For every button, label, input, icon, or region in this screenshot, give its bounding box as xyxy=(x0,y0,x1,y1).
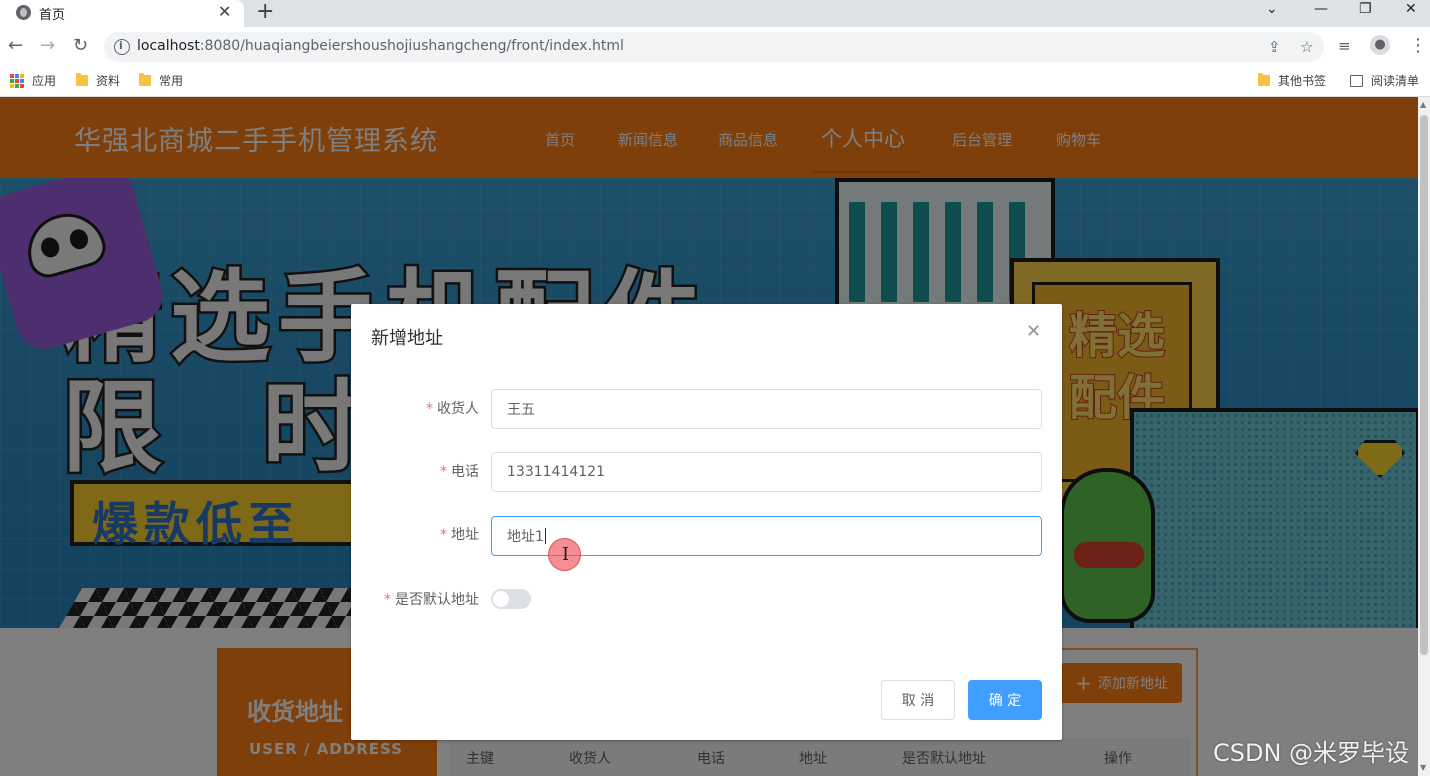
browser-toolbar: ← → ↻ localhost:8080/huaqiangbeiershoush… xyxy=(0,27,1430,67)
share-icon[interactable]: ⇪ xyxy=(1268,38,1281,56)
apps-icon xyxy=(10,73,24,88)
address-label: * 地址 xyxy=(440,527,479,543)
dialog-title: 新增地址 xyxy=(371,328,443,349)
restore-icon[interactable]: ❐ xyxy=(1359,1,1372,17)
browser-tab-bar: 首页 ✕ + ⌄ — ❐ ✕ xyxy=(0,0,1430,27)
web-page: 华强北商城二手手机管理系统 首页 新闻信息 商品信息 个人中心 后台管理 购物车… xyxy=(0,97,1418,776)
tab-search-icon[interactable]: ⌄ xyxy=(1266,1,1278,17)
menu-icon[interactable]: ⋮ xyxy=(1409,35,1427,56)
url-text[interactable]: localhost:8080/huaqiangbeiershoushojiush… xyxy=(137,38,624,54)
folder-icon xyxy=(76,73,88,86)
media-icon[interactable]: ≡ xyxy=(1338,37,1351,55)
bookmark-other[interactable]: 其他书签 xyxy=(1258,72,1326,89)
watermark: CSDN @米罗毕设 xyxy=(1213,739,1410,767)
scroll-up-icon[interactable]: ▲ xyxy=(1420,100,1426,109)
confirm-button[interactable]: 确 定 xyxy=(968,680,1042,720)
scroll-thumb[interactable] xyxy=(1420,115,1428,655)
reading-list[interactable]: 阅读清单 xyxy=(1350,72,1419,89)
default-address-label: * 是否默认地址 xyxy=(384,592,479,608)
globe-icon xyxy=(16,5,31,20)
browser-tab[interactable]: 首页 ✕ xyxy=(0,0,244,27)
bookmark-folder-materials[interactable]: 资料 xyxy=(76,72,120,89)
close-icon[interactable]: ✕ xyxy=(1026,321,1041,342)
reload-icon[interactable]: ↻ xyxy=(73,35,88,56)
profile-icon[interactable]: ● xyxy=(1370,35,1390,55)
phone-label: * 电话 xyxy=(440,464,479,480)
bookmarks-bar: 应用 资料 常用 其他书签 阅读清单 xyxy=(0,67,1430,97)
bookmark-star-icon[interactable]: ☆ xyxy=(1300,38,1313,56)
new-tab-icon[interactable]: + xyxy=(256,0,274,24)
bookmark-folder-common[interactable]: 常用 xyxy=(139,72,183,89)
folder-icon xyxy=(1258,73,1270,86)
bookmark-apps[interactable]: 应用 xyxy=(10,72,56,89)
tab-title: 首页 xyxy=(39,8,66,23)
reading-list-icon xyxy=(1350,74,1363,87)
cancel-button[interactable]: 取 消 xyxy=(881,680,955,720)
site-info-icon[interactable] xyxy=(114,39,130,55)
receiver-input[interactable]: 王五 xyxy=(491,389,1042,429)
back-icon[interactable]: ← xyxy=(8,35,23,56)
phone-input[interactable]: 13311414121 xyxy=(491,452,1042,492)
forward-icon[interactable]: → xyxy=(40,35,55,56)
text-caret xyxy=(544,528,546,544)
folder-icon xyxy=(139,73,151,86)
close-tab-icon[interactable]: ✕ xyxy=(218,2,231,21)
text-cursor-icon: I xyxy=(562,544,570,565)
page-scrollbar[interactable]: ▲ ▼ xyxy=(1418,97,1430,776)
close-window-icon[interactable]: ✕ xyxy=(1405,1,1417,17)
scroll-down-icon[interactable]: ▼ xyxy=(1420,763,1426,772)
receiver-label: * 收货人 xyxy=(426,401,479,417)
add-address-dialog: 新增地址 ✕ * 收货人 王五 * 电话 13311414121 * 地址 地址1 *… xyxy=(351,304,1062,740)
minimize-icon[interactable]: — xyxy=(1314,1,1328,17)
address-bar[interactable]: localhost:8080/huaqiangbeiershoushojiush… xyxy=(104,32,1324,62)
default-address-switch[interactable] xyxy=(491,589,531,609)
